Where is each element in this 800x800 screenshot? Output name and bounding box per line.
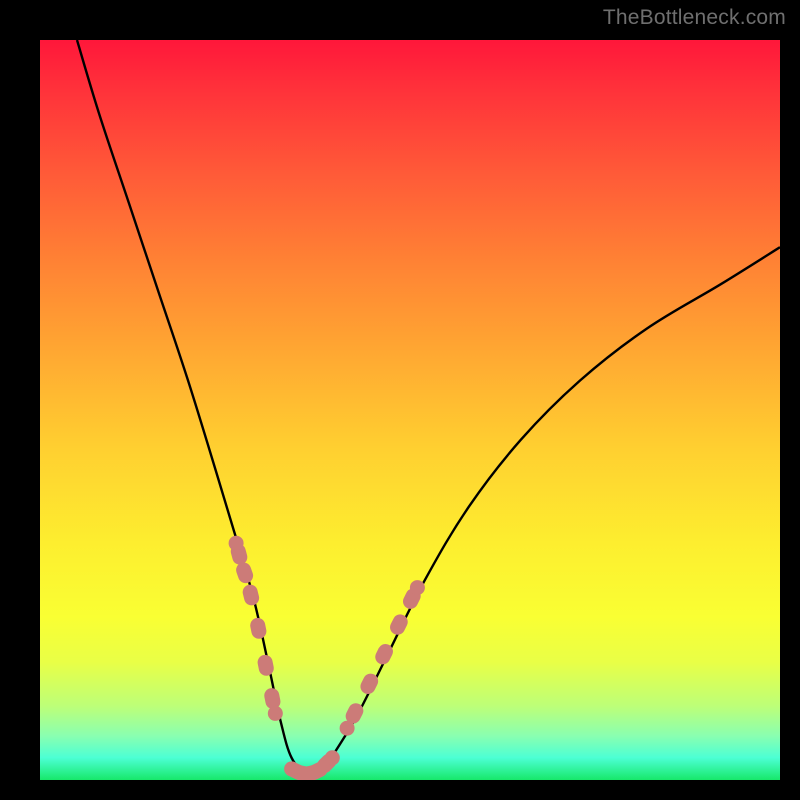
- highlight-cap: [284, 761, 299, 776]
- highlight-segment: [265, 662, 266, 668]
- highlight-segment: [383, 652, 386, 657]
- highlight-segment: [411, 596, 414, 601]
- highlight-segment: [368, 681, 371, 686]
- highlight-markers: [229, 536, 425, 777]
- highlight-segment: [398, 622, 401, 627]
- chart-frame: TheBottleneck.com: [0, 0, 800, 800]
- highlight-segment: [272, 696, 273, 702]
- highlight-cap: [229, 536, 244, 551]
- highlight-segment: [244, 570, 246, 576]
- attribution-text: TheBottleneck.com: [603, 6, 786, 30]
- highlight-cap: [410, 580, 425, 595]
- plot-area: [40, 40, 780, 780]
- highlight-segment: [250, 592, 251, 598]
- highlight-cap: [340, 721, 355, 736]
- highlight-segment: [238, 551, 240, 557]
- highlight-segment: [353, 711, 356, 716]
- highlight-cap: [268, 706, 283, 721]
- bottleneck-curve-path: [77, 40, 780, 775]
- curve-svg: [40, 40, 780, 780]
- highlight-segment: [258, 625, 259, 631]
- highlight-cap: [325, 750, 340, 765]
